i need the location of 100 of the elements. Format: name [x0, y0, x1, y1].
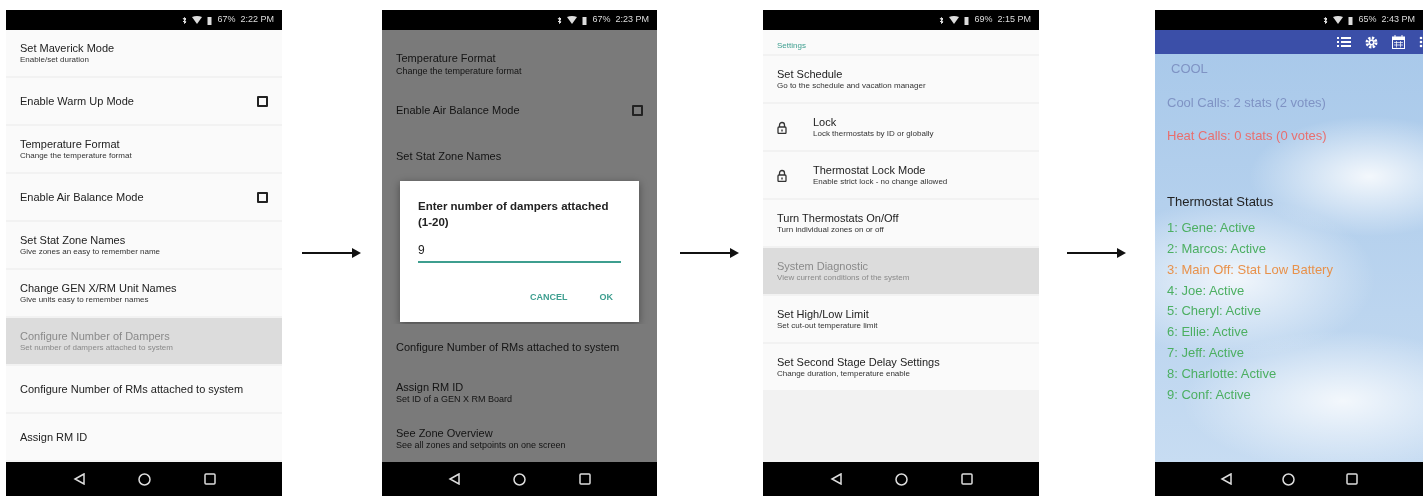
item-subtitle: Change the temperature format: [396, 65, 522, 78]
settings-item[interactable]: Set Maverick Mode Enable/set duration: [6, 30, 282, 76]
settings-item[interactable]: Assign RM ID: [6, 414, 282, 460]
item-subtitle: Set number of dampers attached to system: [20, 342, 173, 354]
settings-item[interactable]: Lock Lock thermostats by ID or globally: [763, 104, 1039, 150]
item-title: Temperature Format: [20, 136, 121, 151]
item-title: Thermostat Lock Mode: [813, 162, 927, 177]
call-summary: Heat Calls: 0 stats (0 votes): [1167, 127, 1328, 145]
number-input[interactable]: 9: [418, 230, 621, 263]
thermostat-status: 4: Joe: Active: [1167, 281, 1246, 300]
item-subtitle: Turn individual zones on or off: [777, 224, 885, 236]
dialog-title: Enter number of dampers attached (1-20): [418, 199, 610, 230]
thermostat-status: 5: Cheryl: Active: [1167, 302, 1262, 321]
thermostat-status: 1: Gene: Active: [1167, 219, 1257, 238]
wifi-icon: [949, 15, 960, 25]
battery-icon: [964, 15, 970, 25]
item-title: Set Maverick Mode: [20, 40, 115, 55]
settings-item[interactable]: Enable Air Balance Mode: [6, 174, 282, 220]
item-subtitle: Enable/set duration: [20, 54, 90, 66]
recents-icon[interactable]: [203, 473, 216, 485]
item-subtitle: Set cut-out temperature limit: [777, 320, 878, 332]
settings-item[interactable]: Set Second Stage Delay Settings Change duration, temperature enable: [763, 344, 1039, 390]
battery-icon: [582, 15, 588, 25]
item-title: Set Stat Zone Names: [396, 149, 502, 164]
back-icon[interactable]: [829, 473, 842, 485]
bluetooth-icon: [939, 15, 945, 25]
item-title: Enable Air Balance Mode: [396, 103, 520, 118]
item-subtitle: Go to the schedule and vacation manager: [777, 80, 926, 92]
item-title: Set Stat Zone Names: [20, 232, 127, 247]
battery-percent: 67%: [592, 13, 611, 27]
settings-item[interactable]: Change GEN X/RM Unit Names Give units easy to remember names: [6, 270, 282, 316]
item-subtitle: Change the temperature format: [20, 150, 132, 162]
item-title: Lock: [813, 114, 838, 129]
item-title: Change GEN X/RM Unit Names: [20, 280, 177, 295]
settings-item[interactable]: Set Schedule Go to the schedule and vacation manager: [763, 56, 1039, 102]
thermostat-status: 7: Jeff: Active: [1167, 343, 1246, 362]
item-title: Assign RM ID: [396, 380, 465, 395]
checkbox[interactable]: [632, 104, 643, 116]
home-icon[interactable]: [513, 472, 526, 486]
home-icon[interactable]: [1282, 472, 1296, 486]
item-title: Configure Number of RMs attached to system: [20, 381, 244, 397]
item-subtitle: Give zones an easy to remember name: [20, 246, 161, 258]
item-title: System Diagnostic: [777, 258, 870, 273]
item-title: Temperature Format: [396, 51, 497, 66]
item-subtitle: See all zones and setpoints on one screen: [396, 440, 566, 452]
thermostat-status: 3: Main Off: Stat Low Battery: [1167, 260, 1334, 279]
settings-item[interactable]: Configure Number of RMs attached to system: [6, 366, 282, 412]
list-icon[interactable]: [1337, 36, 1351, 48]
settings-item[interactable]: Thermostat Lock Mode Enable strict lock - no change allowed: [763, 152, 1039, 198]
item-title: Turn Thermostats On/Off: [777, 210, 899, 225]
item-title: Set Schedule: [777, 66, 844, 81]
right-arrow: [680, 248, 739, 258]
settings-item[interactable]: Temperature Format Change the temperature format: [6, 126, 282, 172]
right-arrow: [302, 248, 361, 258]
item-title: See Zone Overview: [396, 426, 494, 441]
battery-icon: [1348, 15, 1354, 25]
recents-icon[interactable]: [578, 473, 591, 485]
clock-time: 2:22 PM: [240, 13, 274, 27]
battery-percent: 69%: [974, 13, 993, 27]
item-title: Enable Warm Up Mode: [20, 93, 134, 109]
back-icon[interactable]: [72, 473, 85, 485]
lock-icon: [777, 120, 787, 134]
settings-item[interactable]: Enable Warm Up Mode: [6, 78, 282, 124]
clock-time: 2:43 PM: [1381, 13, 1415, 27]
item-subtitle: Change duration, temperature enable: [777, 368, 911, 380]
item-title: Enable Air Balance Mode: [20, 189, 144, 205]
thermostat-status: 9: Conf: Active: [1167, 385, 1252, 404]
battery-percent: 67%: [217, 13, 236, 27]
checkbox[interactable]: [257, 191, 268, 203]
thermostat-status: 8: Charlotte: Active: [1167, 364, 1278, 383]
calendar-icon[interactable]: [1392, 35, 1405, 49]
home-icon[interactable]: [137, 472, 151, 486]
item-subtitle: Set ID of a GEN X RM Board: [396, 394, 513, 406]
item-title: Assign RM ID: [20, 429, 88, 445]
item-title: Set Second Stage Delay Settings: [777, 354, 940, 369]
back-icon[interactable]: [448, 473, 461, 485]
wifi-icon: [567, 15, 578, 25]
settings-item[interactable]: Turn Thermostats On/Off Turn individual zones on or off: [763, 200, 1039, 246]
overflow-menu-icon[interactable]: [1419, 36, 1423, 48]
wifi-icon: [1333, 15, 1344, 25]
back-icon[interactable]: [1220, 473, 1233, 485]
recents-icon[interactable]: [960, 473, 973, 485]
home-icon[interactable]: [894, 472, 908, 486]
checkbox[interactable]: [257, 95, 268, 107]
clock-time: 2:15 PM: [997, 13, 1031, 27]
item-title: Set High/Low Limit: [777, 306, 870, 321]
item-subtitle: Enable strict lock - no change allowed: [813, 176, 948, 188]
lock-icon: [777, 168, 787, 182]
settings-item[interactable]: Set High/Low Limit Set cut-out temperature limit: [763, 296, 1039, 342]
battery-percent: 65%: [1358, 13, 1377, 27]
settings-item[interactable]: Set Stat Zone Names Give zones an easy to remember name: [6, 222, 282, 268]
item-subtitle: View current conditions of the system: [777, 272, 910, 284]
section-header: Settings: [763, 30, 1039, 54]
settings-icon[interactable]: [1365, 35, 1378, 49]
recents-icon[interactable]: [1345, 473, 1358, 485]
bluetooth-icon: [557, 15, 563, 25]
bluetooth-icon: [182, 15, 188, 25]
battery-icon: [207, 15, 213, 25]
call-summary: Cool Calls: 2 stats (2 votes): [1167, 93, 1327, 112]
wifi-icon: [192, 15, 203, 25]
